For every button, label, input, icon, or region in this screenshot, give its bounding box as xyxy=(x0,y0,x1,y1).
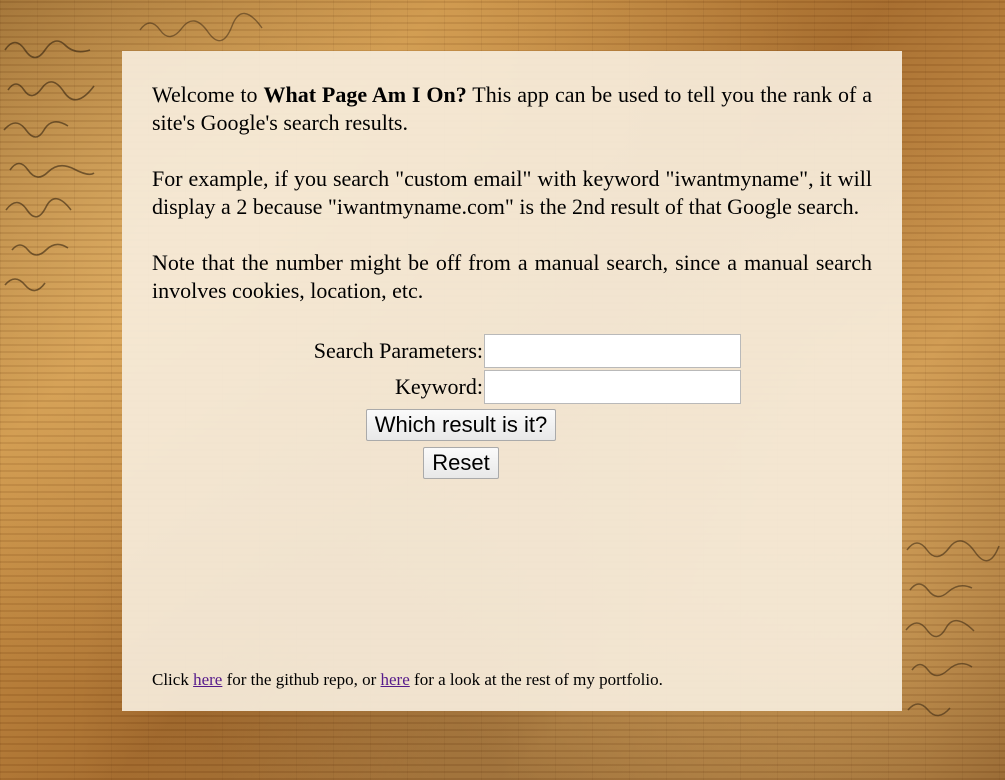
app-name: What Page Am I On? xyxy=(263,82,467,107)
which-result-button[interactable]: Which result is it? xyxy=(365,409,557,441)
handwriting-decoration-top xyxy=(139,12,263,42)
intro-paragraph-note: Note that the number might be off from a… xyxy=(152,250,872,303)
intro-paragraph-welcome: Welcome to What Page Am I On? This app c… xyxy=(152,81,872,137)
search-parameters-row: Search Parameters: xyxy=(152,333,872,369)
intro-paragraph-example: For example, if you search "custom email… xyxy=(152,166,872,219)
footer-text-3: for a look at the rest of my portfolio. xyxy=(409,670,663,689)
search-form: Search Parameters: Keyword: Which result… xyxy=(152,333,872,479)
keyword-row: Keyword: xyxy=(152,369,872,405)
search-parameters-label: Search Parameters: xyxy=(313,338,483,363)
footer-text-1: Click xyxy=(152,670,194,689)
content-panel: Welcome to What Page Am I On? This app c… xyxy=(122,51,902,711)
handwriting-decoration-left xyxy=(3,40,95,292)
keyword-label: Keyword: xyxy=(395,374,483,399)
footer-text-2: for the github repo, or xyxy=(222,670,381,689)
handwriting-decoration-right xyxy=(905,540,1000,717)
submit-row: Which result is it? xyxy=(152,409,872,441)
portfolio-link[interactable]: here xyxy=(381,670,410,689)
search-parameters-input[interactable] xyxy=(484,334,741,368)
footer-text: Click here for the github repo, or here … xyxy=(152,670,663,690)
reset-button[interactable]: Reset xyxy=(423,447,499,479)
welcome-prefix: Welcome to xyxy=(152,82,264,107)
reset-row: Reset xyxy=(152,447,872,479)
keyword-input[interactable] xyxy=(484,370,741,404)
github-repo-link[interactable]: here xyxy=(193,670,222,689)
intro-text: Welcome to What Page Am I On? This app c… xyxy=(152,81,872,305)
